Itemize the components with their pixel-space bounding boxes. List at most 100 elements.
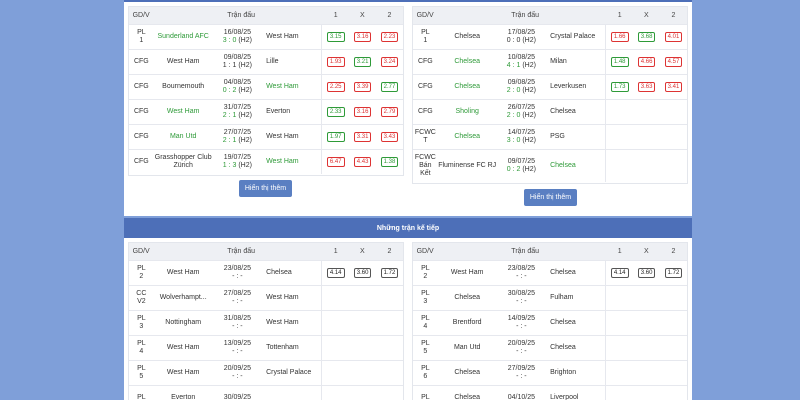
odds-button[interactable]: 4.66 (637, 57, 656, 67)
away-team[interactable]: West Ham (262, 133, 321, 141)
match-row[interactable]: PL 1 Chelsea 17/08/25 0 : 0 (H2) Crystal Pala… (413, 24, 687, 49)
match-row[interactable]: PL Everton 30/09/25 (129, 385, 403, 400)
match-row[interactable]: PL 3 Chelsea 30/08/25- : - Fulham (413, 285, 687, 310)
home-team[interactable]: Man Utd (438, 344, 497, 352)
home-team[interactable]: Chelsea (438, 294, 497, 302)
show-more-button-right[interactable]: Hiển thị thêm (524, 189, 577, 206)
match-row[interactable]: CC V2 Wolverhampt... 27/08/25- : - West Ham (129, 285, 403, 310)
match-row[interactable]: PL 4 Brentford 14/09/25- : - Chelsea (413, 310, 687, 335)
match-row[interactable]: PL 5 Man Utd 20/09/25- : - Chelsea (413, 335, 687, 360)
away-team[interactable]: Chelsea (546, 162, 605, 170)
odds-button[interactable]: 3.16 (353, 107, 372, 117)
home-team[interactable]: Man Utd (154, 133, 213, 141)
away-team[interactable]: West Ham (262, 83, 321, 91)
home-team[interactable]: Nottingham (154, 319, 213, 327)
away-team[interactable]: Everton (262, 108, 321, 116)
home-team[interactable]: West Ham (154, 58, 213, 66)
home-team[interactable]: West Ham (154, 344, 213, 352)
home-team[interactable]: Sunderland AFC (154, 33, 213, 41)
match-row[interactable]: CFG Sholing 26/07/25 2 : 0 (H2) Chelsea (413, 99, 687, 124)
odds-button[interactable]: 3.63 (637, 82, 656, 92)
home-team[interactable]: West Ham (154, 269, 213, 277)
odds-button[interactable]: 4.01 (664, 32, 683, 42)
odds-button[interactable]: 4.14 (326, 268, 345, 278)
away-team[interactable]: West Ham (262, 294, 321, 302)
match-row[interactable]: PL 6 Chelsea 27/09/25- : - Brighton (413, 360, 687, 385)
odds-button[interactable]: 3.31 (353, 132, 372, 142)
odds-button[interactable]: 3.21 (353, 57, 372, 67)
away-team[interactable]: Chelsea (546, 269, 605, 277)
away-team[interactable]: Crystal Palace (262, 369, 321, 377)
odds-button[interactable]: 2.23 (380, 32, 399, 42)
odds-button[interactable]: 2.77 (380, 82, 399, 92)
odds-button[interactable]: 3.60 (353, 268, 372, 278)
odds-button[interactable]: 3.60 (637, 268, 656, 278)
match-row[interactable]: CFG Chelsea 10/08/25 4 : 1 (H2) Milan 1.48 4.6… (413, 49, 687, 74)
home-team[interactable]: West Ham (154, 369, 213, 377)
odds-button[interactable]: 6.47 (326, 157, 345, 167)
home-team[interactable]: Chelsea (438, 133, 497, 141)
odds-button[interactable]: 1.48 (610, 57, 629, 67)
odds-button[interactable]: 1.66 (610, 32, 629, 42)
odds-button[interactable]: 1.72 (380, 268, 399, 278)
match-row[interactable]: PL Chelsea 04/10/25 Liverpool (413, 385, 687, 400)
match-row[interactable]: PL 3 Nottingham 31/08/25- : - West Ham (129, 310, 403, 335)
home-team[interactable]: West Ham (438, 269, 497, 277)
away-team[interactable]: PSG (546, 133, 605, 141)
match-row[interactable]: PL 5 West Ham 20/09/25- : - Crystal Palace (129, 360, 403, 385)
match-row[interactable]: CFG Chelsea 09/08/25 2 : 0 (H2) Leverkusen 1.… (413, 74, 687, 99)
home-team[interactable]: Chelsea (438, 33, 497, 41)
odds-button[interactable]: 4.43 (353, 157, 372, 167)
away-team[interactable]: Chelsea (262, 269, 321, 277)
away-team[interactable]: West Ham (262, 319, 321, 327)
match-row[interactable]: PL 1 Sunderland AFC 16/08/25 3 : 0 (H2) West … (129, 24, 403, 49)
home-team[interactable]: Chelsea (438, 369, 497, 377)
match-row[interactable]: PL 4 West Ham 13/09/25- : - Tottenham (129, 335, 403, 360)
match-row[interactable]: CFG Man Utd 27/07/25 2 : 1 (H2) West Ham 1.97… (129, 124, 403, 149)
away-team[interactable]: Leverkusen (546, 83, 605, 91)
away-team[interactable]: Chelsea (546, 108, 605, 116)
home-team[interactable]: Chelsea (438, 394, 497, 400)
odds-button[interactable]: 1.72 (664, 268, 683, 278)
odds-button[interactable]: 3.43 (380, 132, 399, 142)
away-team[interactable]: West Ham (262, 158, 321, 166)
odds-button[interactable]: 1.73 (610, 82, 629, 92)
home-team[interactable]: Sholing (438, 108, 497, 116)
odds-button[interactable]: 2.25 (326, 82, 345, 92)
away-team[interactable]: Fulham (546, 294, 605, 302)
odds-button[interactable]: 2.33 (326, 107, 345, 117)
odds-button[interactable]: 4.14 (610, 268, 629, 278)
match-row[interactable]: FCWC T Chelsea 14/07/25 3 : 0 (H2) PSG (413, 124, 687, 149)
home-team[interactable]: Chelsea (438, 58, 497, 66)
odds-button[interactable]: 2.79 (380, 107, 399, 117)
match-row[interactable]: PL 2 West Ham 23/08/25- : - Chelsea 4.14 3.60 1… (413, 260, 687, 285)
home-team[interactable]: West Ham (154, 108, 213, 116)
match-row[interactable]: CFG West Ham 31/07/25 2 : 1 (H2) Everton 2.33… (129, 99, 403, 124)
odds-button[interactable]: 3.16 (353, 32, 372, 42)
away-team[interactable]: West Ham (262, 33, 321, 41)
match-row[interactable]: CFG Bournemouth 04/08/25 0 : 2 (H2) West Ham… (129, 74, 403, 99)
home-team[interactable]: Chelsea (438, 83, 497, 91)
away-team[interactable]: Chelsea (546, 344, 605, 352)
away-team[interactable]: Liverpool (546, 394, 605, 400)
odds-button[interactable]: 3.24 (380, 57, 399, 67)
match-row[interactable]: PL 2 West Ham 23/08/25- : - Chelsea 4.14 3.60 1… (129, 260, 403, 285)
odds-button[interactable]: 3.39 (353, 82, 372, 92)
away-team[interactable]: Chelsea (546, 319, 605, 327)
away-team[interactable]: Milan (546, 58, 605, 66)
home-team[interactable]: Bournemouth (154, 83, 213, 91)
odds-button[interactable]: 1.97 (326, 132, 345, 142)
odds-button[interactable]: 1.38 (380, 157, 399, 167)
match-row[interactable]: CFG West Ham 09/08/25 1 : 1 (H2) Lille 1.93 3.… (129, 49, 403, 74)
home-team[interactable]: Everton (154, 394, 213, 400)
odds-button[interactable]: 4.57 (664, 57, 683, 67)
show-more-button-left[interactable]: Hiển thị thêm (239, 180, 292, 197)
away-team[interactable]: Brighton (546, 369, 605, 377)
home-team[interactable]: Wolverhampt... (154, 294, 213, 302)
away-team[interactable]: Lille (262, 58, 321, 66)
away-team[interactable]: Crystal Palace (546, 33, 605, 41)
odds-button[interactable]: 3.68 (637, 32, 656, 42)
home-team[interactable]: Fluminense FC RJ (438, 162, 497, 170)
home-team[interactable]: Brentford (438, 319, 497, 327)
odds-button[interactable]: 1.93 (326, 57, 345, 67)
